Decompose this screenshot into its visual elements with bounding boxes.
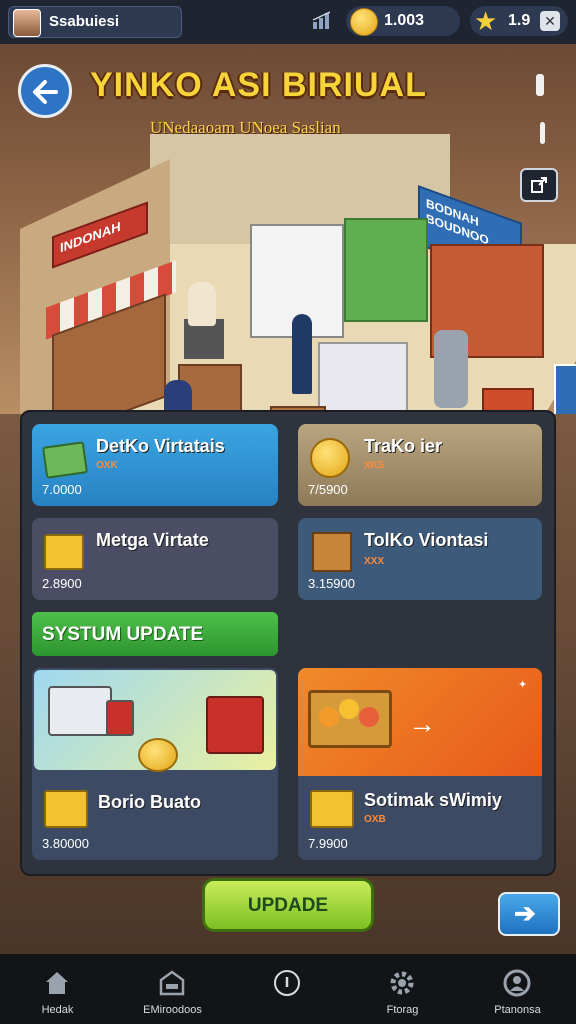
page-subtitle: UNedaaoam UNoea Saslian xyxy=(150,118,341,137)
settings-icon xyxy=(390,971,414,995)
customer xyxy=(164,380,192,414)
shelf-green xyxy=(344,218,428,322)
nav-item-store[interactable]: EMiroodoos xyxy=(115,954,230,1024)
shopper xyxy=(292,314,312,394)
gift-icon xyxy=(206,696,264,754)
home-icon xyxy=(46,972,68,994)
card-title: Borio Buato xyxy=(98,792,201,812)
card-tag: XKS xyxy=(364,460,385,471)
shelf-middle xyxy=(318,342,408,414)
upgrade-card[interactable]: Metga Virtate 2.8900 xyxy=(32,518,278,600)
card-title: TolKo Viontasi xyxy=(364,530,489,550)
boxes-icon xyxy=(44,790,88,828)
card-value: 3.15900 xyxy=(308,576,355,591)
card-value: 7.9900 xyxy=(308,836,348,851)
share-icon xyxy=(531,177,547,193)
back-button[interactable] xyxy=(18,64,72,118)
card-value: 7/5900 xyxy=(308,482,348,497)
card-title: TraKo ier xyxy=(364,436,443,456)
upgrade-card[interactable]: DetKo Virtatais OXK 7.0000 xyxy=(32,424,278,506)
side-indicator xyxy=(536,74,544,96)
crate-icon xyxy=(312,532,352,572)
update-button-label: UPDADE xyxy=(247,895,329,916)
next-button[interactable]: ➔ xyxy=(498,892,560,936)
card-title: DetKo Virtatais xyxy=(96,436,225,456)
coin-value: 1.003 xyxy=(384,12,425,29)
fruit-basket-icon xyxy=(308,690,392,748)
profile-badge[interactable]: Ssabuiesi xyxy=(8,6,182,38)
coins-icon xyxy=(138,738,178,772)
bottom-navigation: Hedak EMiroodoos Ftorag Ptanonsa xyxy=(0,954,576,1024)
nav-item-profile[interactable]: Ptanonsa xyxy=(460,954,575,1024)
box-icon xyxy=(44,534,84,570)
arrow-left-icon xyxy=(33,80,58,104)
gold-box-icon xyxy=(310,790,354,828)
profile-name: Ssabuiesi xyxy=(49,13,120,30)
update-button[interactable]: UPDADE xyxy=(202,878,374,932)
system-update-label[interactable]: SYSTUM UPDATE xyxy=(32,612,278,656)
nav-label: Ptanonsa xyxy=(494,1004,541,1016)
cashier xyxy=(188,282,216,326)
truck-icon xyxy=(48,686,112,736)
card-value: 3.80000 xyxy=(42,836,89,851)
star-value: 1.9 xyxy=(508,12,531,29)
cash-icon xyxy=(41,441,89,479)
nav-item-home[interactable]: Hedak xyxy=(0,954,115,1024)
nav-label: EMiroodoos xyxy=(143,1004,202,1016)
star-icon: ★ xyxy=(474,6,498,36)
card-banner: → ✦ xyxy=(298,668,542,776)
nav-label: Hedak xyxy=(41,1004,74,1016)
card-value: 2.8900 xyxy=(42,576,82,591)
page-title: YINKO ASI BIRIUAL xyxy=(90,66,427,104)
card-title: Sotimak sWimiy xyxy=(364,790,502,810)
card-title: Metga Virtate xyxy=(96,530,209,550)
feature-card-delivery[interactable]: Borio Buato 3.80000 xyxy=(32,668,278,860)
coin-icon xyxy=(350,8,378,36)
card-tag: XXX xyxy=(364,556,385,567)
arrow-right-icon: → xyxy=(408,708,436,739)
card-tag: OXK xyxy=(96,460,118,471)
fruit xyxy=(339,699,359,719)
top-status-bar: Ssabuiesi 1.003 ★ 1.9 ✕ xyxy=(0,0,576,44)
nav-label: Ftorag xyxy=(386,1004,419,1016)
fruit xyxy=(359,707,379,727)
avatar[interactable] xyxy=(13,9,41,37)
arrow-right-icon: ➔ xyxy=(514,898,536,928)
robot xyxy=(434,330,468,408)
upgrade-card[interactable]: TraKo ier XKS 7/5900 xyxy=(298,424,542,506)
close-icon[interactable]: ✕ xyxy=(540,11,560,31)
nav-item-info[interactable] xyxy=(230,954,345,1024)
upgrade-card[interactable]: TolKo Viontasi XXX 3.15900 xyxy=(298,518,542,600)
nav-item-settings[interactable]: Ftorag xyxy=(345,954,460,1024)
profile-icon xyxy=(503,969,531,997)
side-indicator xyxy=(540,122,545,144)
store-icon xyxy=(159,970,185,996)
coins-icon xyxy=(310,438,350,478)
info-icon xyxy=(274,970,300,996)
star-counter[interactable]: ★ 1.9 ✕ xyxy=(470,6,568,36)
fruit xyxy=(319,707,339,727)
card-tag: OXB xyxy=(364,814,386,825)
sparkle-icon: ✦ xyxy=(518,679,528,691)
stats-icon[interactable] xyxy=(312,10,332,30)
side-sign xyxy=(554,364,576,414)
card-banner xyxy=(34,670,276,772)
feature-card-produce[interactable]: → ✦ Sotimak sWimiy OXB 7.9900 xyxy=(298,668,542,860)
share-button[interactable] xyxy=(520,168,558,202)
coin-counter[interactable]: 1.003 xyxy=(346,6,460,36)
system-update-text: SYSTUM UPDATE xyxy=(42,624,204,645)
card-value: 7.0000 xyxy=(42,482,82,497)
truck-cab xyxy=(106,700,134,736)
